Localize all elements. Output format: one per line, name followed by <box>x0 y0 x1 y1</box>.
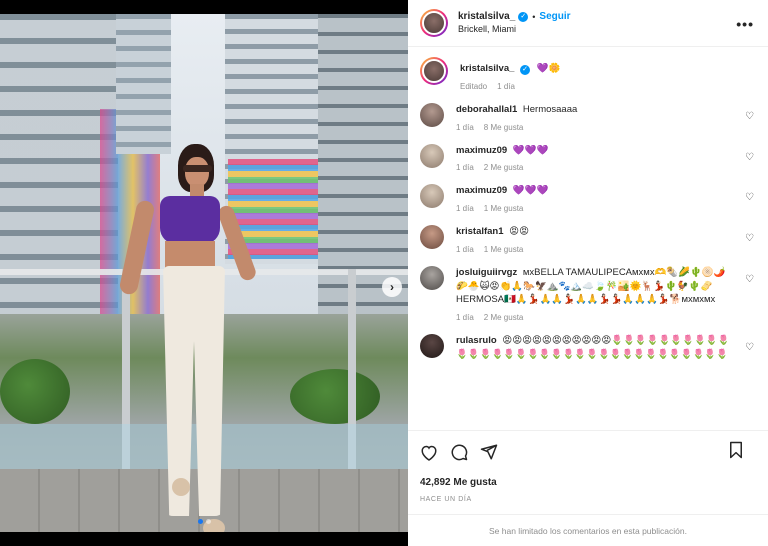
comment-likes[interactable]: 2 Me gusta <box>484 163 524 172</box>
bookmark-icon[interactable] <box>728 441 744 459</box>
separator-dot: • <box>532 11 536 22</box>
comment-time[interactable]: 1 día <box>456 313 474 322</box>
caption-time[interactable]: 1 día <box>497 82 515 91</box>
action-icons-row <box>420 441 756 463</box>
caption-text: 💜🌼 <box>536 63 561 74</box>
comment-username[interactable]: maximuz09 <box>456 145 507 156</box>
photo-tree <box>0 359 70 424</box>
author-username[interactable]: kristalsilva_ <box>458 11 515 24</box>
comment-username[interactable]: deborahallal1 <box>456 104 517 115</box>
comments-limited-notice: Se han limitado los comentarios en esta … <box>408 514 768 546</box>
photo-tree <box>290 369 380 424</box>
post-header: kristalsilva_ ✓ • Seguir Brickell, Miami… <box>408 0 768 47</box>
heart-icon[interactable] <box>420 444 438 461</box>
comment-likes[interactable]: 8 Me gusta <box>484 123 524 132</box>
chevron-right-icon: › <box>390 280 394 294</box>
next-image-button[interactable]: › <box>382 277 402 297</box>
comment-item: josluiguiirvgz ᴍxBELLA TAMAULIPECAᴍxᴍx🫶🌯… <box>420 265 756 322</box>
comment-avatar[interactable] <box>420 334 444 359</box>
post-side-panel: kristalsilva_ ✓ • Seguir Brickell, Miami… <box>408 0 768 546</box>
comment-text: 💜💜💜 <box>512 144 549 156</box>
photo-building-mid <box>116 14 171 154</box>
comments-list[interactable]: kristalsilva_ ✓ 💜🌼 Editado 1 día deborah… <box>408 47 768 430</box>
comment-text: 💜💜💜 <box>512 185 549 197</box>
caption-username[interactable]: kristalsilva_ <box>460 63 514 74</box>
photo-person-sunglasses <box>183 165 212 172</box>
comment-item: rulasrulo 😡😡😡😡😡😡😡😡😡😡😡🌷🌷🌷🌷🌷🌷🌷🌷🌷🌷🌷🌷🌷🌷🌷🌷🌷🌷🌷… <box>420 334 756 362</box>
photo-person-face <box>185 157 209 187</box>
photo-person-purple-top <box>160 196 220 244</box>
comment-avatar[interactable] <box>420 225 444 250</box>
post-time[interactable]: HACE UN DÍA <box>420 496 756 503</box>
comment-time[interactable]: 1 día <box>456 163 474 172</box>
comment-time[interactable]: 1 día <box>456 123 474 132</box>
comment-text: 😡😡 <box>509 226 529 238</box>
comment-avatar[interactable] <box>420 265 444 290</box>
comment-text: 😡😡😡😡😡😡😡😡😡😡😡🌷🌷🌷🌷🌷🌷🌷🌷🌷🌷🌷🌷🌷🌷🌷🌷🌷🌷🌷🌷🌷🌷🌷🌷🌷🌷🌷🌷🌷… <box>456 335 730 360</box>
comment-item: maximuz09 💜💜💜 1 día 1 Me gusta ♡ <box>420 184 756 213</box>
comment-likes[interactable]: 1 Me gusta <box>484 204 524 213</box>
comment-avatar[interactable] <box>420 184 444 209</box>
heart-icon[interactable]: ♡ <box>745 342 754 353</box>
comment-time[interactable]: 1 día <box>456 245 474 254</box>
likes-count[interactable]: 42,892 Me gusta <box>420 477 756 488</box>
heart-icon[interactable]: ♡ <box>745 152 754 163</box>
heart-icon[interactable]: ♡ <box>745 111 754 122</box>
verified-badge-icon: ✓ <box>520 65 531 76</box>
post-photo[interactable]: › <box>0 14 408 532</box>
comment-likes[interactable]: 2 Me gusta <box>484 313 524 322</box>
heart-icon[interactable]: ♡ <box>745 233 754 244</box>
carousel-dot-active <box>198 519 203 524</box>
comment-item: maximuz09 💜💜💜 1 día 2 Me gusta ♡ <box>420 143 756 172</box>
comment-time[interactable]: 1 día <box>456 204 474 213</box>
comment-avatar[interactable] <box>420 102 444 127</box>
share-icon[interactable] <box>480 443 498 461</box>
carousel-indicator <box>198 519 211 524</box>
more-options-icon[interactable]: ••• <box>736 16 754 32</box>
comment-icon[interactable] <box>450 443 468 461</box>
heart-icon[interactable]: ♡ <box>745 274 754 285</box>
comment-text: Hermosaaaa <box>522 103 578 115</box>
post-caption: kristalsilva_ ✓ 💜🌼 Editado 1 día <box>420 57 756 91</box>
carousel-dot <box>206 519 211 524</box>
comment-username[interactable]: josluiguiirvgz <box>456 267 517 278</box>
verified-badge-icon: ✓ <box>518 12 529 23</box>
heart-icon[interactable]: ♡ <box>745 192 754 203</box>
photo-person-sandal <box>172 478 190 496</box>
comment-avatar[interactable] <box>420 143 444 168</box>
follow-button[interactable]: Seguir <box>539 11 570 24</box>
comment-likes[interactable]: 1 Me gusta <box>484 245 524 254</box>
comment-username[interactable]: rulasrulo <box>456 335 497 346</box>
post-location[interactable]: Brickell, Miami <box>458 24 571 35</box>
comment-username[interactable]: maximuz09 <box>456 185 507 196</box>
post-actions: 42,892 Me gusta HACE UN DÍA <box>408 430 768 503</box>
caption-edited-label: Editado <box>460 81 488 91</box>
comment-username[interactable]: kristalfan1 <box>456 226 504 237</box>
caption-avatar[interactable] <box>420 57 448 85</box>
comment-item: kristalfan1 😡😡 1 día 1 Me gusta ♡ <box>420 225 756 254</box>
author-avatar[interactable] <box>420 9 448 37</box>
comment-item: deborahallal1 Hermosaaaa 1 día 8 Me gust… <box>420 102 756 132</box>
